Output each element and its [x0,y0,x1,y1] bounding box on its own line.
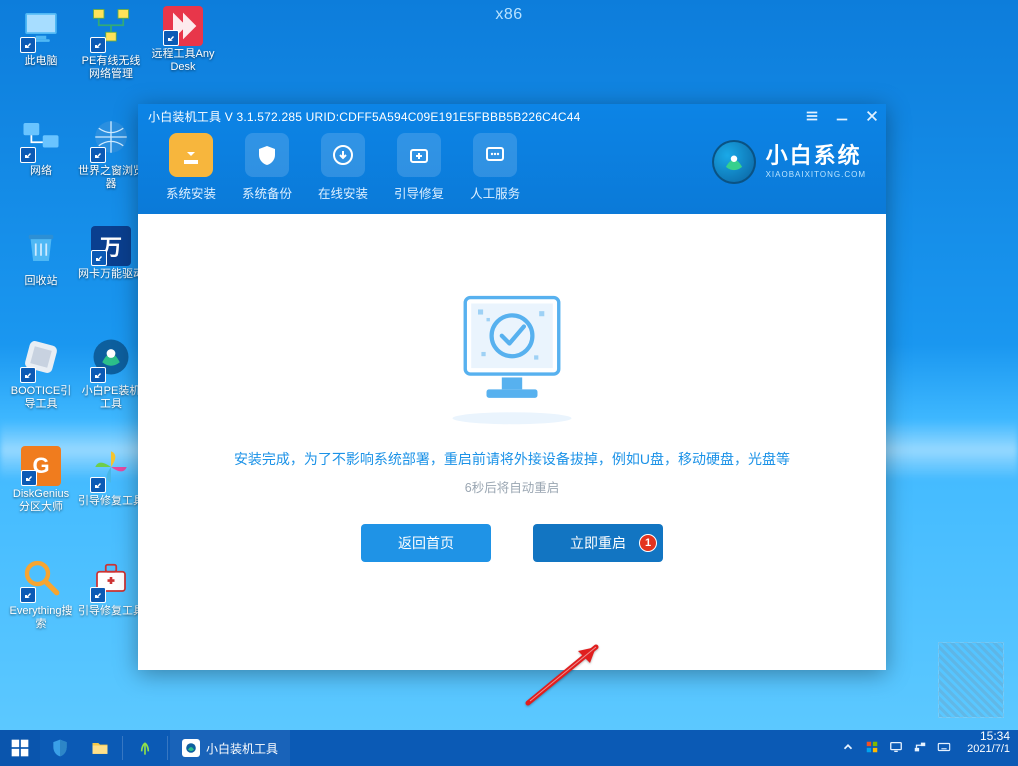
minimize-button[interactable] [834,108,850,124]
tray-keyboard-icon[interactable] [937,740,951,757]
taskbar-wifi-icon[interactable] [125,730,165,766]
taskbar-shield-icon[interactable] [40,730,80,766]
monitor-icon [20,6,62,53]
tab-bootfix[interactable]: 引导修复 [394,133,444,202]
tab-label: 引导修复 [394,183,444,202]
desktop-icon-boot-repair[interactable]: 引导修复工具 [78,446,144,508]
cloud-download-icon [321,133,365,177]
desktop-icon-wan-driver[interactable]: 万 网卡万能驱动 [78,226,144,281]
desktop-icon-xiaobai-pe[interactable]: 小白PE装机工具 [78,336,144,411]
wan-icon: 万 [91,226,131,266]
clock-date: 2021/7/1 [967,743,1010,756]
tray-chevron-icon[interactable] [841,740,855,757]
icon-label: 此电脑 [25,55,58,68]
message-primary: 安装完成，为了不影响系统部署，重启前请将外接设备拔掉，例如U盘，移动硬盘，光盘等 [234,449,790,469]
icon-label: 引导修复工具 [78,605,144,618]
task-app-icon [182,739,200,757]
icon-label: 网卡万能驱动 [78,268,144,281]
app-window: 小白装机工具 V 3.1.572.285 URID:CDFF5A594C09E1… [138,104,886,670]
menu-button[interactable] [804,108,820,124]
tab-label: 人工服务 [470,183,520,202]
taskbar-explorer-icon[interactable] [80,730,120,766]
shield-icon [245,133,289,177]
tab-service[interactable]: 人工服务 [470,133,520,202]
back-button[interactable]: 返回首页 [361,524,491,562]
desktop-icon-this-pc[interactable]: 此电脑 [8,6,74,68]
icon-label: Everything搜索 [8,605,74,631]
tab-label: 系统安装 [166,183,216,202]
tab-label: 在线安装 [318,183,368,202]
icon-label: 回收站 [25,275,58,288]
icon-label: DiskGenius分区大师 [8,488,74,514]
desktop-icon-recycle[interactable]: 回收站 [8,226,74,288]
task-label: 小白装机工具 [206,740,278,757]
icon-label: 小白PE装机工具 [78,385,144,411]
tab-label: 系统备份 [242,183,292,202]
icon-label: 网络 [30,165,52,178]
window-header: 小白装机工具 V 3.1.572.285 URID:CDFF5A594C09E1… [138,104,886,214]
icon-label: PE有线无线网络管理 [78,55,144,81]
brand-name: 小白系统 [766,145,866,167]
watermark [938,642,1004,718]
taskbar-task-xiaobai[interactable]: 小白装机工具 [170,730,290,766]
desktop-icon-network[interactable]: 网络 [8,116,74,178]
desktop-icon-pe-net[interactable]: PE有线无线网络管理 [78,6,144,81]
xiaobai-icon [90,336,132,383]
start-button[interactable] [0,730,40,766]
desktop-icon-anydesk[interactable]: 远程工具AnyDesk [150,6,216,74]
clock-time: 15:34 [967,730,1010,743]
window-body: 安装完成，为了不影响系统部署，重启前请将外接设备拔掉，例如U盘，移动硬盘，光盘等… [138,214,886,670]
message-secondary: 6秒后将自动重启 [465,477,559,496]
taskbar: 小白装机工具 15:34 2021/7/1 [0,730,1018,766]
success-illustration-icon [427,282,597,427]
diskgenius-icon: G [21,446,61,486]
search-icon [20,556,62,603]
tab-backup[interactable]: 系统备份 [242,133,292,202]
bootice-icon [20,336,62,383]
annotation-badge: 1 [639,534,657,552]
icon-label: 世界之窗浏览器 [78,165,144,191]
pinwheel-icon [90,446,132,493]
toolbox-icon [90,556,132,603]
network-icon [20,116,62,163]
chat-icon [473,133,517,177]
brand-logo-icon [712,140,756,184]
icon-label: 引导修复工具 [78,495,144,508]
anydesk-icon [163,6,203,46]
restart-button[interactable]: 立即重启 1 [533,524,663,562]
arch-label: x86 [495,6,522,24]
system-tray [833,730,959,766]
desktop-icon-diskgenius[interactable]: G DiskGenius分区大师 [8,446,74,514]
firstaid-icon [397,133,441,177]
icon-label: BOOTICE引导工具 [8,385,74,411]
icon-label: 远程工具AnyDesk [150,48,216,74]
brand: 小白系统 XIAOBAIXITONG.COM [712,140,866,184]
desktop-icon-bootice[interactable]: BOOTICE引导工具 [8,336,74,411]
close-button[interactable] [864,108,880,124]
recycle-bin-icon [20,226,62,273]
tray-flag-icon[interactable] [865,740,879,757]
network-topology-icon [90,6,132,53]
annotation-arrow-icon [518,629,618,714]
download-icon [169,133,213,177]
brand-url: XIAOBAIXITONG.COM [766,170,866,179]
window-title: 小白装机工具 V 3.1.572.285 URID:CDFF5A594C09E1… [138,104,886,125]
tab-online[interactable]: 在线安装 [318,133,368,202]
taskbar-clock[interactable]: 15:34 2021/7/1 [959,730,1018,766]
desktop-icon-world-browser[interactable]: 世界之窗浏览器 [78,116,144,191]
tray-network-icon[interactable] [913,740,927,757]
tray-monitor-icon[interactable] [889,740,903,757]
tab-install[interactable]: 系统安装 [166,133,216,202]
desktop-icon-boot-repair2[interactable]: 引导修复工具 [78,556,144,618]
desktop-icon-everything[interactable]: Everything搜索 [8,556,74,631]
globe-icon [90,116,132,163]
